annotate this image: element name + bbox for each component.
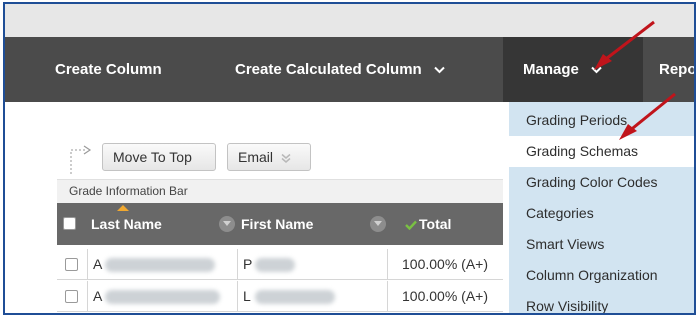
table-row[interactable]: A P 100.00% (A+) — [57, 249, 503, 280]
manage-label: Manage — [523, 61, 579, 78]
menu-item-grading-schemas[interactable]: Grading Schemas — [509, 136, 694, 167]
gradebook-toolbar: Create Column Create Calculated Column M… — [5, 37, 694, 102]
chevron-down-icon — [434, 66, 445, 74]
manage-dropdown-menu: Grading Periods Grading Schemas Grading … — [509, 102, 694, 313]
row-checkbox[interactable] — [65, 290, 78, 303]
sort-ascending-indicator — [117, 205, 129, 211]
create-column-button[interactable]: Create Column — [55, 37, 162, 102]
header-total-label: Total — [419, 216, 452, 232]
first-name-cell: L — [243, 288, 251, 304]
select-all-checkbox[interactable] — [63, 217, 76, 230]
reports-button[interactable]: Repo — [659, 37, 696, 102]
redacted-last-name — [105, 258, 215, 272]
email-label: Email — [238, 149, 274, 165]
top-strip — [5, 4, 694, 37]
table-row[interactable]: A L 100.00% (A+) — [57, 281, 503, 312]
reports-label: Repo — [659, 61, 696, 78]
first-name-cell: P — [243, 256, 253, 272]
last-name-cell: A — [93, 288, 103, 304]
create-calculated-column-label: Create Calculated Column — [235, 61, 422, 78]
create-calculated-column-button[interactable]: Create Calculated Column — [235, 37, 445, 102]
total-cell: 100.00% (A+) — [402, 256, 488, 272]
column-menu-icon[interactable] — [219, 216, 235, 232]
grade-information-bar-label: Grade Information Bar — [69, 184, 188, 198]
gradebook-window: Create Column Create Calculated Column M… — [3, 2, 696, 315]
grade-information-bar[interactable]: Grade Information Bar — [57, 179, 503, 203]
header-first-name[interactable]: First Name — [241, 203, 313, 245]
header-total[interactable]: Total — [405, 203, 451, 245]
row-checkbox[interactable] — [65, 258, 78, 271]
chevron-down-icon — [591, 66, 602, 74]
redacted-first-name — [255, 290, 335, 304]
move-to-top-button[interactable]: Move To Top — [102, 143, 216, 171]
total-cell: 100.00% (A+) — [402, 288, 488, 304]
menu-item-categories[interactable]: Categories — [509, 198, 694, 229]
menu-item-grading-periods[interactable]: Grading Periods — [509, 105, 694, 136]
last-name-cell: A — [93, 256, 103, 272]
redacted-last-name — [105, 290, 220, 304]
menu-item-column-organization[interactable]: Column Organization — [509, 260, 694, 291]
menu-item-grading-color-codes[interactable]: Grading Color Codes — [509, 167, 694, 198]
email-button[interactable]: Email — [227, 143, 311, 171]
move-to-top-label: Move To Top — [113, 149, 192, 165]
manage-button[interactable]: Manage — [503, 37, 643, 102]
menu-item-row-visibility[interactable]: Row Visibility — [509, 291, 694, 313]
menu-item-smart-views[interactable]: Smart Views — [509, 229, 694, 260]
create-column-label: Create Column — [55, 61, 162, 78]
double-chevron-icon — [281, 154, 291, 164]
column-menu-icon[interactable] — [370, 216, 386, 232]
redacted-first-name — [255, 258, 295, 272]
arrow-to-top-icon — [70, 145, 92, 174]
check-icon — [405, 220, 417, 231]
